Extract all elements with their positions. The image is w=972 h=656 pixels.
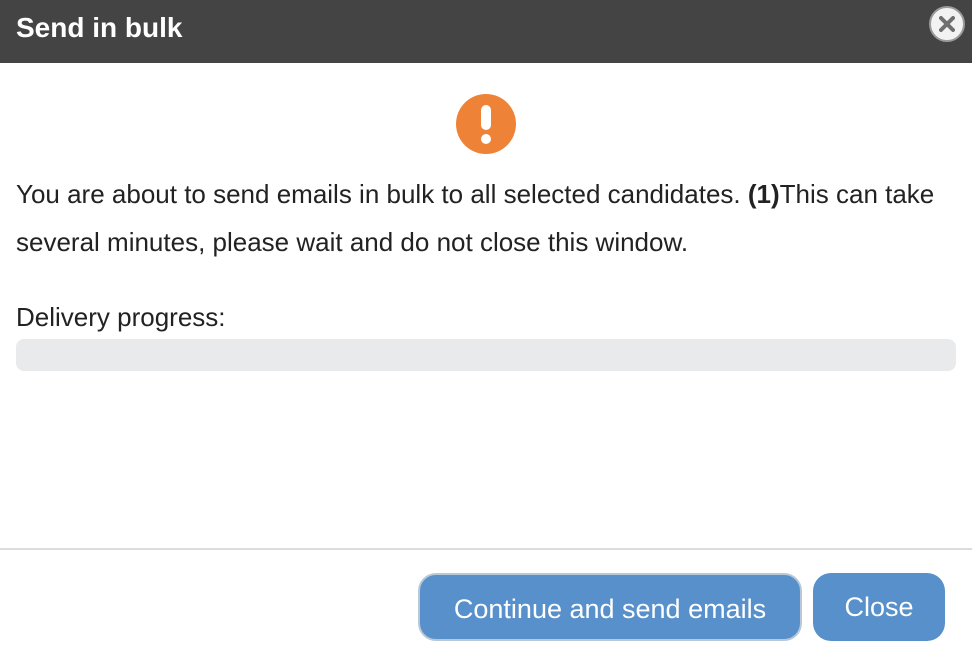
close-x-icon[interactable] <box>929 6 965 42</box>
footer-divider <box>0 548 972 550</box>
delivery-progress-bar <box>16 339 956 371</box>
close-button[interactable]: Close <box>813 573 945 641</box>
send-in-bulk-dialog: Send in bulk You are about to send email… <box>0 0 972 656</box>
message-bold-marker: (1) <box>747 179 780 209</box>
delivery-progress-label: Delivery progress: <box>16 302 226 332</box>
dialog-title: Send in bulk <box>16 12 183 43</box>
bulk-send-message: You are about to send emails in bulk to … <box>16 170 961 266</box>
exclamation-circle-icon <box>456 94 516 154</box>
continue-send-emails-button[interactable]: Continue and send emails <box>418 573 802 641</box>
message-text-1: You are about to send emails in bulk to … <box>16 179 748 209</box>
dialog-titlebar: Send in bulk <box>0 0 972 63</box>
